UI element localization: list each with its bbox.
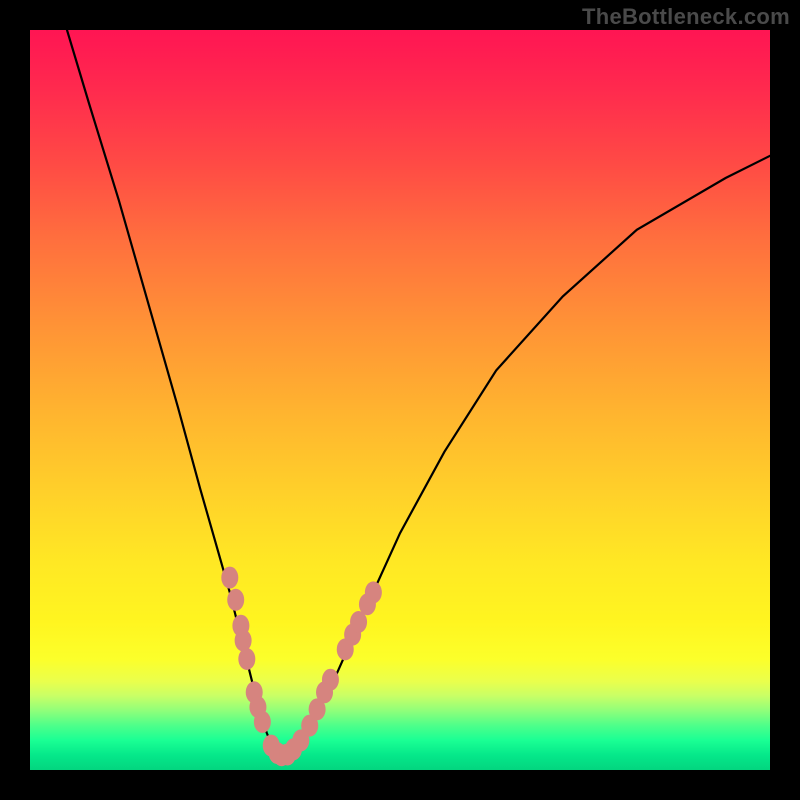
plot-area [30, 30, 770, 770]
marker-dot [254, 711, 271, 733]
main-curve [67, 30, 770, 755]
marker-dot [322, 669, 339, 691]
marker-dot [221, 567, 238, 589]
marker-dot [227, 589, 244, 611]
marker-dot [235, 630, 252, 652]
marker-dots [221, 567, 382, 767]
marker-dot [238, 648, 255, 670]
watermark-text: TheBottleneck.com [582, 4, 790, 30]
chart-svg [30, 30, 770, 770]
chart-frame: TheBottleneck.com [0, 0, 800, 800]
marker-dot [365, 581, 382, 603]
